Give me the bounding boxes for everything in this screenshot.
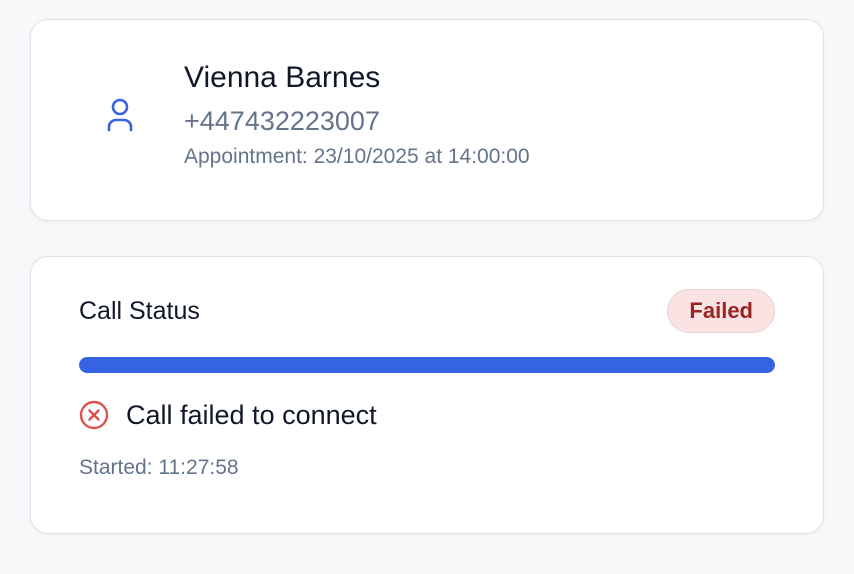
contact-card: Vienna Barnes +447432223007 Appointment:…	[30, 19, 824, 221]
call-progress-bar	[79, 357, 775, 373]
started-time: Started: 11:27:58	[79, 456, 239, 479]
contact-phone: +447432223007	[184, 106, 380, 136]
contact-name: Vienna Barnes	[184, 61, 381, 94]
call-status-title: Call Status	[79, 297, 200, 325]
appointment-info: Appointment: 23/10/2025 at 14:00:00	[184, 145, 530, 168]
x-circle-icon	[79, 400, 109, 430]
status-message: Call failed to connect	[126, 400, 377, 430]
call-progress-fill	[79, 357, 775, 373]
call-status-card: Call Status Failed Call failed to connec…	[30, 256, 824, 534]
user-icon	[104, 96, 136, 134]
status-badge: Failed	[667, 289, 775, 333]
status-line: Call failed to connect	[79, 398, 377, 432]
